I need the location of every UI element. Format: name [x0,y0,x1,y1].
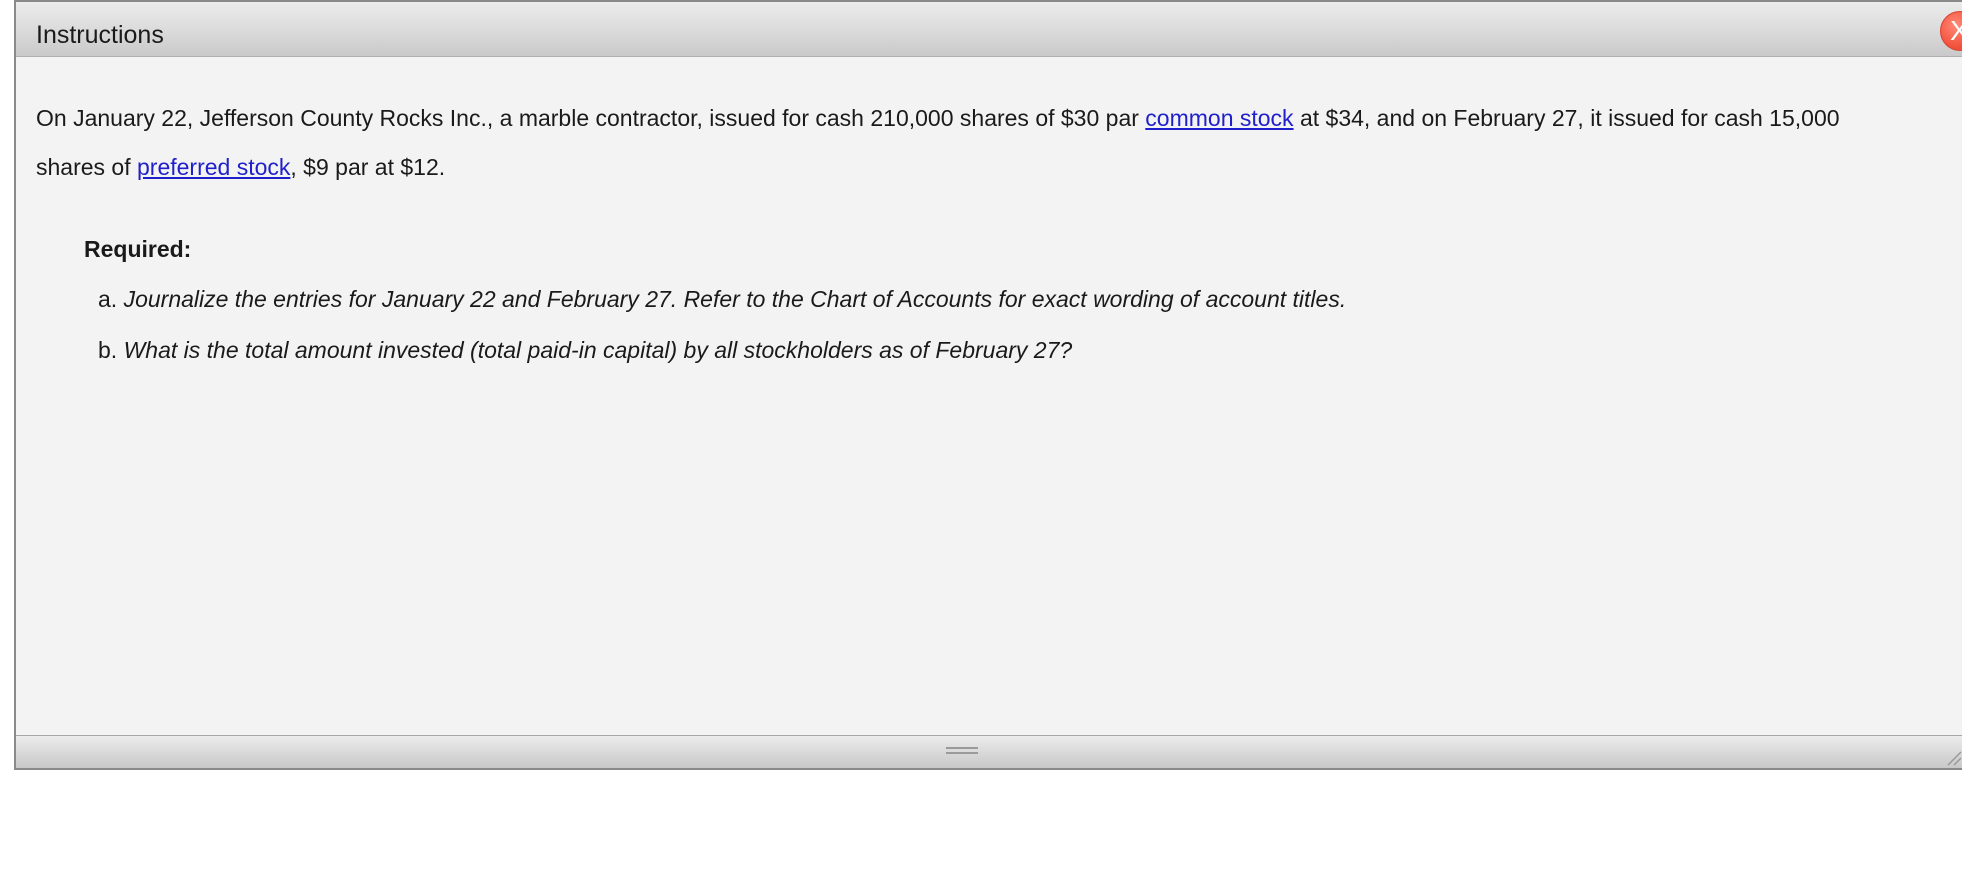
item-marker: a. [98,286,118,312]
required-section: Required: a. Journalize the entries for … [84,234,1346,365]
intro-text-3: shares of [36,154,137,180]
intro-text-1: On January 22, Jefferson County Rocks In… [36,105,1146,131]
resize-grip-icon[interactable] [946,747,978,755]
item-marker: b. [98,337,118,363]
item-text: What is the total amount invested (total… [123,337,1073,363]
intro-text-2: at $34, and on February 27, it issued fo… [1293,105,1840,131]
intro-text-4: , $9 par at $12. [290,154,446,180]
dialog-titlebar[interactable]: Instructions X [16,2,1962,57]
required-item-b: b. What is the total amount invested (to… [98,335,1346,365]
common-stock-link[interactable]: common stock [1145,105,1293,131]
close-icon: X [1950,15,1962,46]
required-heading: Required: [84,236,192,262]
close-button[interactable]: X [1940,11,1962,51]
dialog-content: On January 22, Jefferson County Rocks In… [36,94,1962,363]
intro-paragraph: On January 22, Jefferson County Rocks In… [36,94,1962,192]
required-item-a: a. Journalize the entries for January 22… [98,284,1346,314]
dialog-footer [16,735,1962,768]
resize-corner-icon[interactable] [1944,748,1962,766]
instructions-dialog: Instructions X On January 22, Jefferson … [14,0,1962,770]
item-text: Journalize the entries for January 22 an… [123,286,1347,312]
dialog-title: Instructions [36,21,164,49]
preferred-stock-link[interactable]: preferred stock [137,154,290,180]
